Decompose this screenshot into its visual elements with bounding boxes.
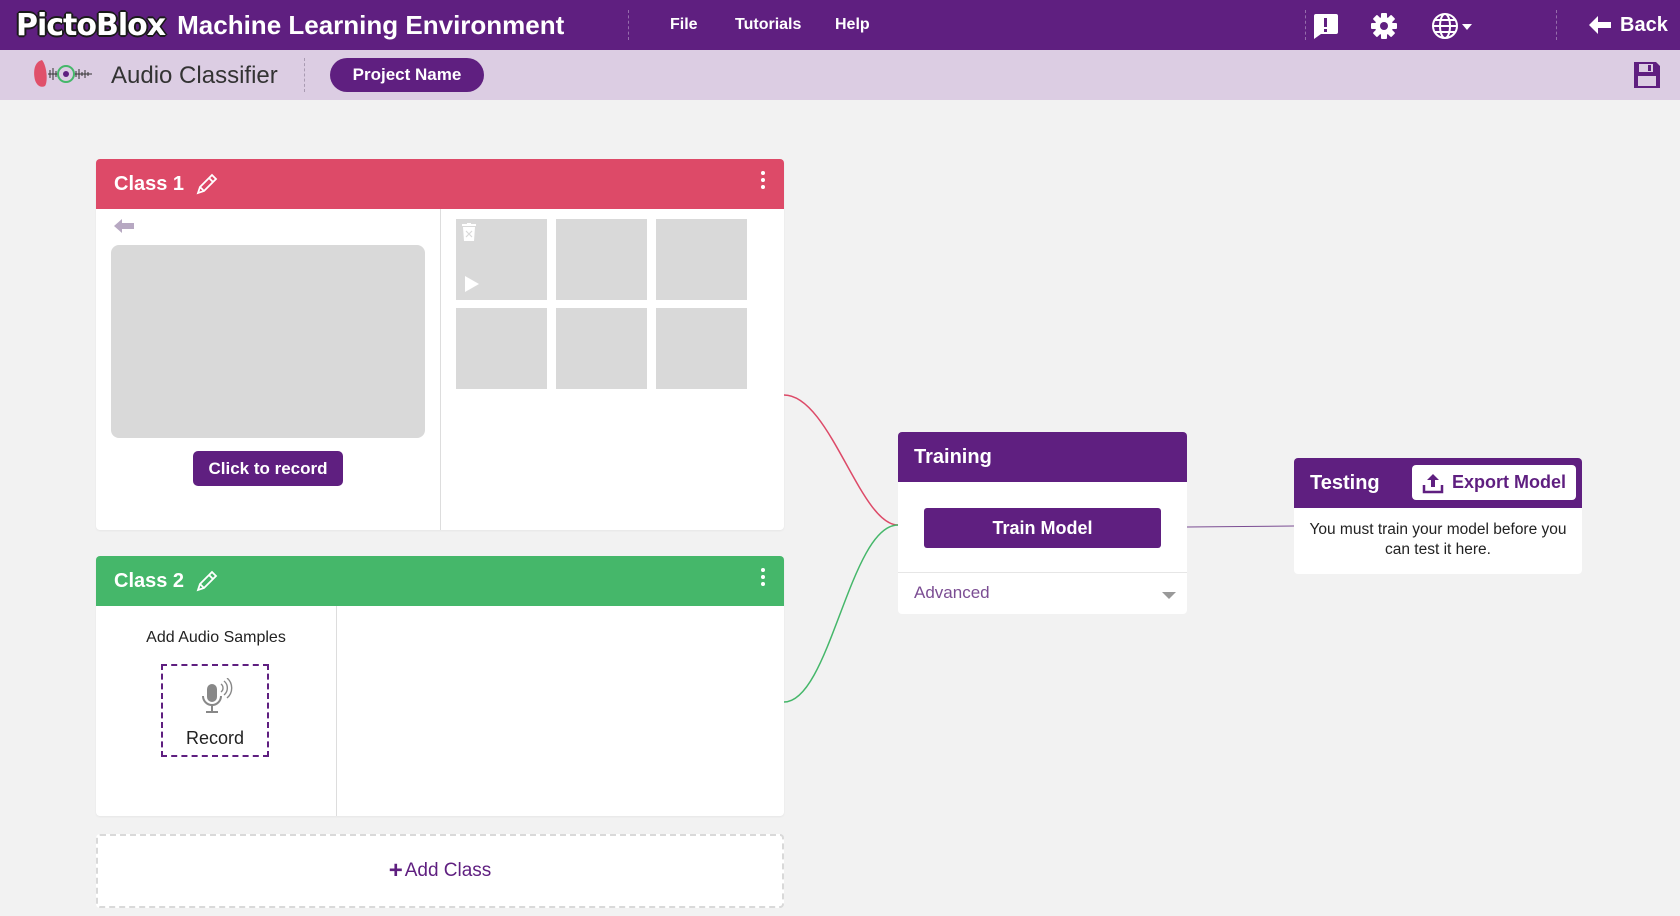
globe-icon[interactable] — [1432, 12, 1476, 40]
back-button[interactable]: Back — [1588, 0, 1668, 50]
connector-class2 — [783, 524, 899, 703]
divider — [1305, 10, 1306, 40]
audio-sample-slot — [656, 219, 747, 300]
save-icon[interactable] — [1632, 60, 1662, 90]
audio-sample-slot — [656, 308, 747, 389]
divider — [304, 58, 305, 92]
menu-tutorials[interactable]: Tutorials — [735, 0, 801, 50]
add-class-button[interactable]: + Add Class — [96, 834, 784, 908]
training-panel: Training Train Model Advanced — [898, 432, 1187, 614]
divider — [440, 209, 441, 530]
divider — [628, 10, 629, 40]
add-samples-label: Add Audio Samples — [146, 629, 286, 646]
click-to-record-button[interactable]: Click to record — [193, 451, 343, 486]
project-bar: Audio Classifier Project Name — [0, 50, 1680, 100]
plus-icon: + — [388, 857, 403, 884]
training-title: Training — [898, 432, 1187, 482]
edit-pencil-icon[interactable] — [194, 171, 220, 197]
project-type-title: Audio Classifier — [111, 62, 278, 89]
class-name: Class 2 — [114, 569, 185, 592]
add-class-label: Add Class — [404, 860, 492, 881]
edit-pencil-icon[interactable] — [194, 568, 220, 594]
testing-message: You must train your model before you can… — [1309, 521, 1567, 558]
testing-panel: Testing Export Model You must train your… — [1294, 458, 1582, 574]
play-icon[interactable] — [464, 275, 480, 293]
gear-icon[interactable] — [1370, 12, 1398, 40]
project-name-button[interactable]: Project Name — [330, 58, 484, 92]
advanced-toggle[interactable]: Advanced — [898, 573, 1187, 614]
train-model-button[interactable]: Train Model — [924, 508, 1161, 548]
audio-sample-slot — [556, 308, 647, 389]
top-bar: PictoBlox Machine Learning Environment F… — [0, 0, 1680, 50]
class-header: Class 1 — [96, 159, 784, 209]
app-title: Machine Learning Environment — [177, 9, 565, 40]
feedback-icon[interactable] — [1312, 12, 1340, 40]
record-label: Record — [185, 728, 245, 748]
record-button[interactable]: Record — [161, 664, 269, 757]
trash-icon[interactable] — [462, 223, 476, 241]
audio-sample-thumbnail[interactable] — [456, 219, 547, 300]
pictoblox-logo: PictoBlox — [16, 7, 166, 43]
export-model-label: Export Model — [1451, 472, 1566, 492]
divider — [1556, 10, 1557, 40]
connector-testing — [1186, 525, 1295, 528]
arrow-left-icon — [1589, 16, 1611, 34]
testing-title: Testing — [1310, 471, 1380, 494]
class-options-icon[interactable] — [758, 566, 768, 590]
audio-preview-area — [111, 245, 425, 438]
class-header: Class 2 — [96, 556, 784, 606]
audio-classifier-logo — [34, 60, 92, 87]
menu-file[interactable]: File — [670, 0, 698, 50]
class-options-icon[interactable] — [758, 169, 768, 193]
connector-class1 — [783, 394, 899, 526]
menu-help[interactable]: Help — [835, 0, 870, 50]
audio-sample-slot — [556, 219, 647, 300]
export-model-button[interactable]: Export Model — [1412, 465, 1576, 500]
audio-sample-slot — [456, 308, 547, 389]
arrow-left-icon[interactable] — [113, 218, 135, 234]
chevron-down-icon — [1162, 592, 1176, 599]
back-label: Back — [1620, 13, 1668, 36]
divider — [336, 606, 337, 816]
class-card-2: Class 2 Add Audio Samples Record — [96, 556, 784, 816]
class-card-1: Class 1 Click to record — [96, 159, 784, 530]
advanced-label: Advanced — [914, 583, 990, 602]
brand: PictoBlox Machine Learning Environment — [16, 7, 565, 43]
upload-icon — [1422, 473, 1444, 493]
microphone-icon — [202, 678, 233, 713]
class-name: Class 1 — [114, 172, 185, 195]
